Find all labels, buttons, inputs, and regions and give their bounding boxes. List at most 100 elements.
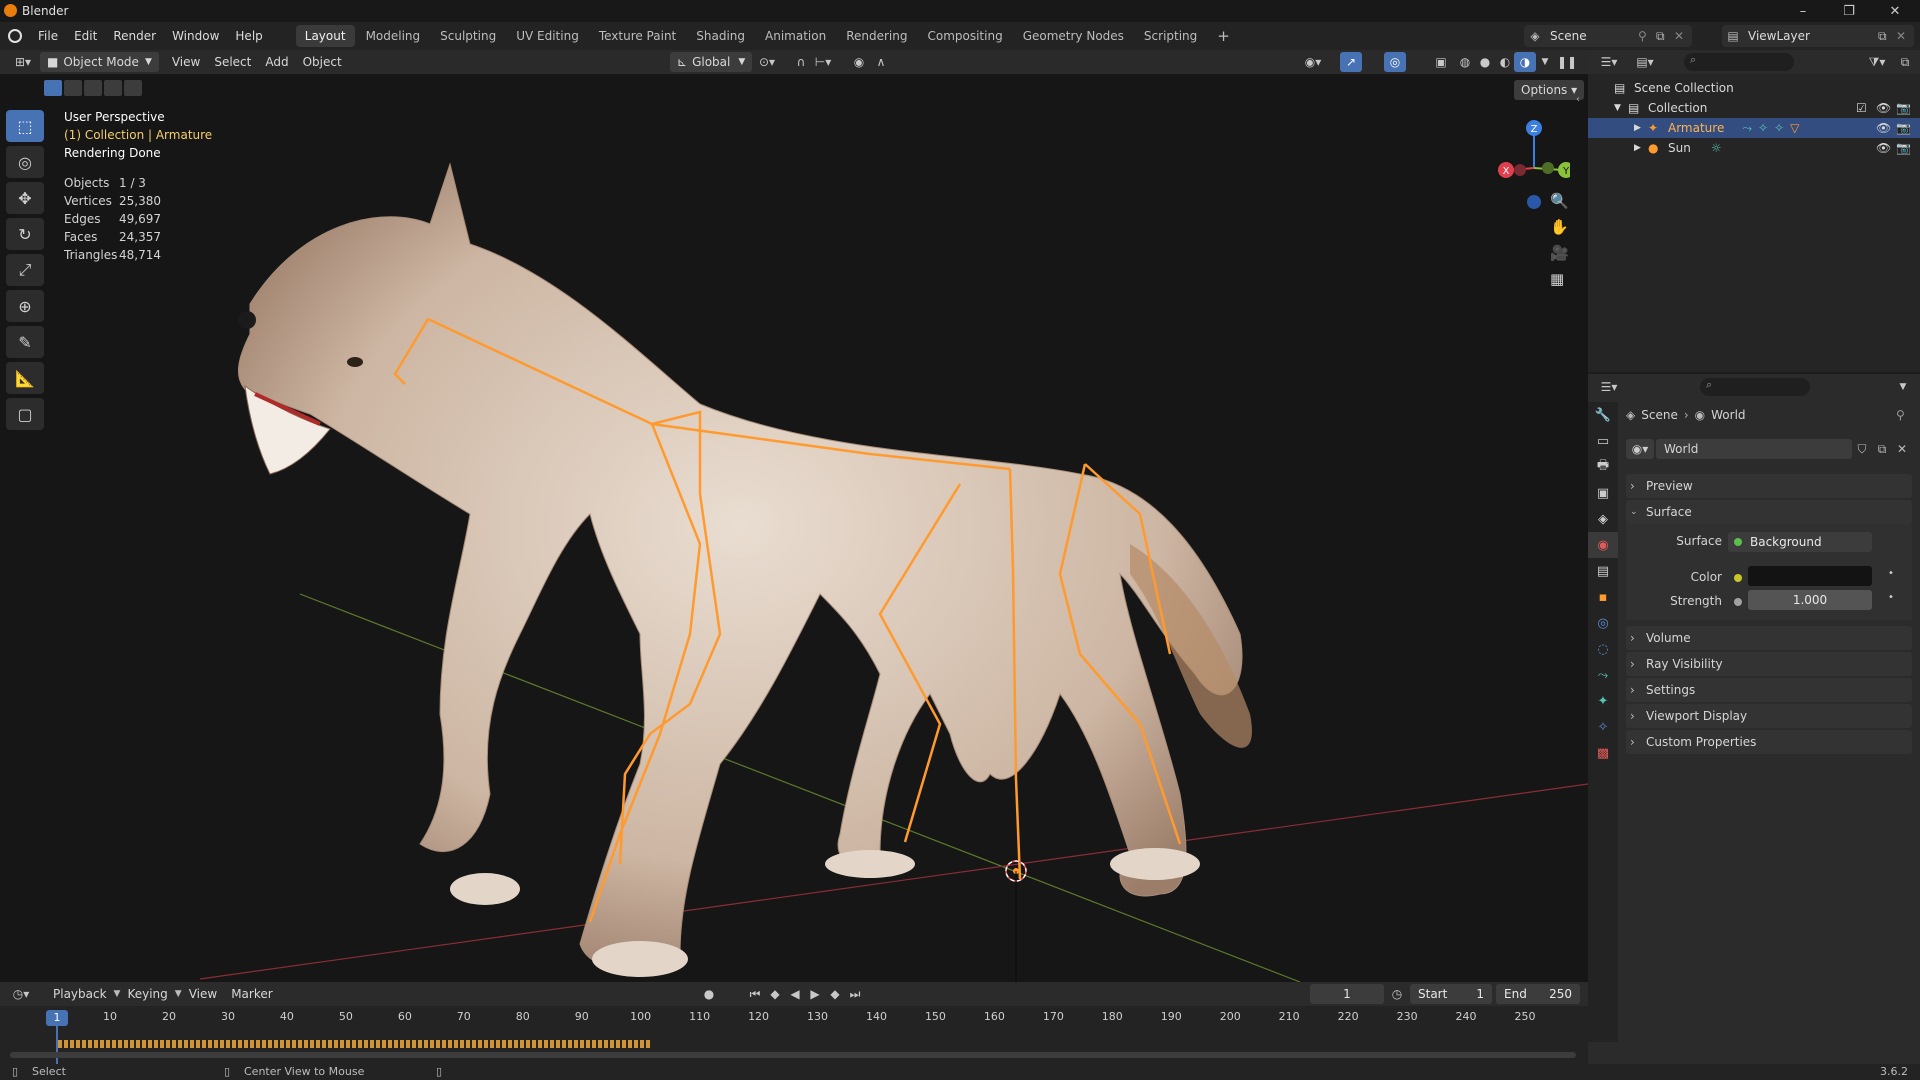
- xray-toggle-icon[interactable]: ▣: [1430, 52, 1452, 72]
- proportional-editing-icon[interactable]: ◉: [848, 52, 870, 72]
- tool-tab-icon[interactable]: 🔧: [1588, 402, 1618, 428]
- menu-file[interactable]: File: [30, 22, 66, 50]
- snap-icon[interactable]: ∩: [790, 52, 812, 72]
- add-workspace-button[interactable]: +: [1208, 25, 1239, 47]
- expand-arrow-icon[interactable]: ▼: [1614, 103, 1628, 113]
- panel-viewport-display[interactable]: › Viewport Display: [1626, 704, 1912, 728]
- view-layer-selector[interactable]: ▤ ViewLayer ⧉ ✕: [1722, 25, 1914, 47]
- transform-tool-icon[interactable]: ⊕: [6, 290, 44, 322]
- pivot-point-icon[interactable]: ⊙▾: [756, 52, 778, 72]
- bone-tab-icon[interactable]: ✧: [1588, 714, 1618, 740]
- outliner-row-armature[interactable]: ▶ ✦ Armature ⤳ ✧ ✧ ▽ 👁 📷: [1588, 118, 1920, 138]
- menu-help[interactable]: Help: [227, 22, 270, 50]
- tab-compositing[interactable]: Compositing: [918, 25, 1011, 47]
- camera-view-icon[interactable]: 🎥: [1550, 244, 1569, 262]
- texture-tab-icon[interactable]: ▩: [1588, 740, 1618, 766]
- playhead[interactable]: 1: [46, 1010, 68, 1026]
- expand-arrow-icon[interactable]: ▶: [1634, 143, 1648, 153]
- blender-menu-icon[interactable]: [0, 29, 30, 43]
- scale-tool-icon[interactable]: ⤢: [6, 254, 44, 286]
- panel-surface[interactable]: ⌄ Surface: [1626, 500, 1912, 524]
- options-dropdown[interactable]: Options ▾: [1514, 80, 1585, 100]
- properties-editor-type-icon[interactable]: ☰▾: [1598, 377, 1620, 397]
- scene-selector[interactable]: ◈ Scene ⚲ ⧉ ✕: [1524, 25, 1692, 47]
- camera-icon[interactable]: 📷: [1896, 101, 1911, 115]
- gizmo-toggle-icon[interactable]: ↗: [1340, 52, 1362, 72]
- keyframe-dot-icon[interactable]: •: [1888, 568, 1894, 579]
- color-swatch[interactable]: [1748, 566, 1872, 586]
- minimize-button[interactable]: –: [1780, 0, 1826, 22]
- editor-type-icon[interactable]: ⊞▾: [12, 52, 34, 72]
- tab-geometry-nodes[interactable]: Geometry Nodes: [1014, 25, 1133, 47]
- object-data-tab-icon[interactable]: ✦: [1588, 688, 1618, 714]
- tab-rendering[interactable]: Rendering: [837, 25, 916, 47]
- panel-volume[interactable]: › Volume: [1626, 626, 1912, 650]
- tab-texture-paint[interactable]: Texture Paint: [590, 25, 685, 47]
- delete-scene-icon[interactable]: ✕: [1674, 29, 1692, 43]
- outliner-editor-type-icon[interactable]: ☰▾: [1598, 52, 1620, 72]
- delete-view-layer-icon[interactable]: ✕: [1896, 29, 1914, 43]
- properties-search-input[interactable]: ⌕: [1700, 378, 1810, 396]
- tab-sculpting[interactable]: Sculpting: [431, 25, 505, 47]
- rotate-tool-icon[interactable]: ↻: [6, 218, 44, 250]
- tab-uv-editing[interactable]: UV Editing: [507, 25, 588, 47]
- annotate-tool-icon[interactable]: ✎: [6, 326, 44, 358]
- visibility-selector-icon[interactable]: ◉▾: [1302, 52, 1324, 72]
- timeline-scrollbar[interactable]: [10, 1052, 1576, 1058]
- keyframe-dot-icon[interactable]: •: [1888, 592, 1894, 603]
- render-tab-icon[interactable]: ▭: [1588, 428, 1618, 454]
- maximize-button[interactable]: ❐: [1826, 0, 1872, 22]
- ortho-grid-icon[interactable]: ▦: [1550, 270, 1569, 288]
- menu-render[interactable]: Render: [105, 22, 164, 50]
- measure-tool-icon[interactable]: 📐: [6, 362, 44, 394]
- tab-modeling[interactable]: Modeling: [357, 25, 430, 47]
- pause-render-icon[interactable]: ❚❚: [1556, 52, 1578, 72]
- menu-select[interactable]: Select: [207, 52, 258, 72]
- keyframe-strip[interactable]: [58, 1040, 652, 1048]
- eye-icon[interactable]: 👁: [1876, 101, 1891, 115]
- wireframe-shading-icon[interactable]: ◍: [1454, 52, 1476, 72]
- outliner-row-sun[interactable]: ▶ ● Sun ☼ 👁 📷: [1588, 138, 1920, 158]
- snap-target-icon[interactable]: ⊢▾: [812, 52, 834, 72]
- display-mode-icon[interactable]: ▤▾: [1634, 52, 1656, 72]
- pin-icon[interactable]: ⚲: [1896, 408, 1905, 422]
- menu-window[interactable]: Window: [164, 22, 227, 50]
- unlink-world-icon[interactable]: ✕: [1892, 442, 1912, 456]
- collapse-sidebar-icon[interactable]: ‹: [1576, 94, 1580, 105]
- menu-view[interactable]: View: [165, 52, 207, 72]
- physics-tab-icon[interactable]: ◌: [1588, 636, 1618, 662]
- eye-icon[interactable]: 👁: [1876, 141, 1891, 155]
- surface-shader-field[interactable]: Background: [1728, 532, 1872, 552]
- cursor-tool-icon[interactable]: ◎: [6, 146, 44, 178]
- menu-add[interactable]: Add: [258, 52, 295, 72]
- panel-preview[interactable]: › Preview: [1626, 474, 1912, 498]
- world-name-field[interactable]: World: [1656, 439, 1852, 459]
- strength-field[interactable]: 1.000: [1748, 590, 1872, 610]
- add-cube-tool-icon[interactable]: ▢: [6, 398, 44, 430]
- constraints-tab-icon[interactable]: ⤳: [1588, 662, 1618, 688]
- rendered-shading-icon[interactable]: ◑: [1514, 52, 1536, 72]
- camera-icon[interactable]: 📷: [1896, 121, 1911, 135]
- collection-tab-icon[interactable]: ▤: [1588, 558, 1618, 584]
- material-preview-icon[interactable]: ◐: [1494, 52, 1516, 72]
- new-world-icon[interactable]: ⧉: [1872, 442, 1892, 457]
- scene-tab-icon[interactable]: ◈: [1588, 506, 1618, 532]
- overlays-toggle-icon[interactable]: ◎: [1384, 52, 1406, 72]
- 3d-viewport[interactable]: ⬚ ◎ ✥ ↻ ⤢ ⊕ ✎ 📐 ▢ User Perspective (1) C…: [0, 74, 1588, 982]
- tab-animation[interactable]: Animation: [756, 25, 835, 47]
- transform-orientation-dropdown[interactable]: ⊾ Global ▼: [670, 52, 753, 72]
- zoom-icon[interactable]: 🔍: [1550, 192, 1569, 210]
- pin-icon[interactable]: ⚲: [1638, 29, 1656, 43]
- mode-dropdown[interactable]: ■ Object Mode ▼: [40, 52, 159, 72]
- view-layer-tab-icon[interactable]: ▣: [1588, 480, 1618, 506]
- properties-options-icon[interactable]: ▼: [1892, 377, 1914, 397]
- tab-layout[interactable]: Layout: [295, 25, 355, 47]
- move-tool-icon[interactable]: ✥: [6, 182, 44, 214]
- menu-edit[interactable]: Edit: [66, 22, 105, 50]
- fake-user-icon[interactable]: ⛉: [1852, 442, 1872, 457]
- new-collection-icon[interactable]: ⧉: [1894, 52, 1916, 72]
- outliner-row-scene-collection[interactable]: ▤ Scene Collection: [1588, 78, 1920, 98]
- menu-object[interactable]: Object: [296, 52, 349, 72]
- shading-options-icon[interactable]: ▼: [1534, 52, 1556, 72]
- solid-shading-icon[interactable]: ●: [1474, 52, 1496, 72]
